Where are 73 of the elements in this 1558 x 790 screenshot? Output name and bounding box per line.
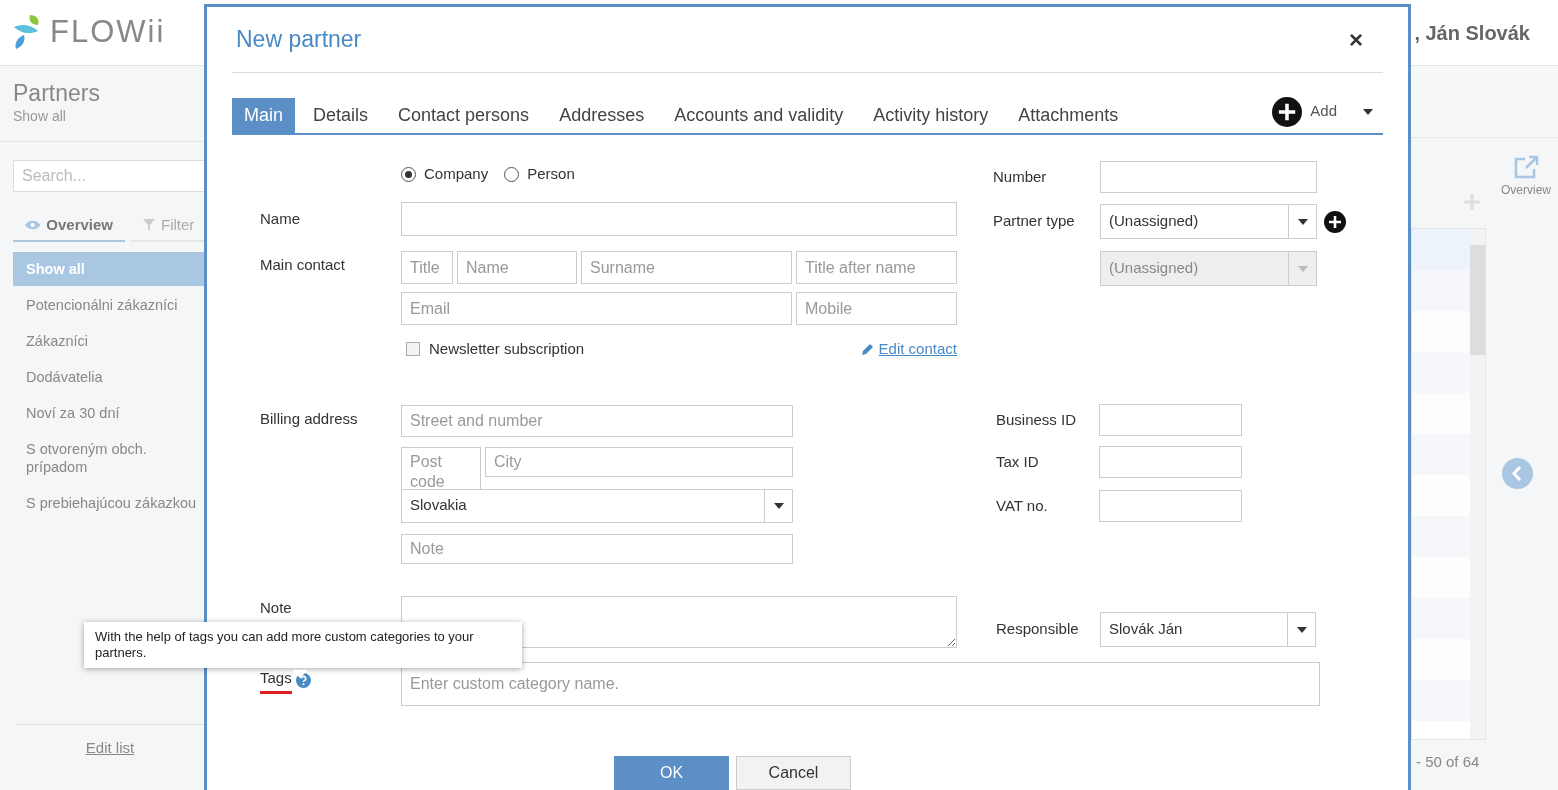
edit-contact-link[interactable]: Edit contact bbox=[878, 338, 957, 361]
tab[interactable]: Main bbox=[232, 98, 295, 133]
scrollbar[interactable] bbox=[1470, 229, 1485, 739]
input-field[interactable]: Name bbox=[457, 251, 577, 284]
field-label: Main contact bbox=[260, 255, 347, 275]
input-field[interactable] bbox=[1100, 161, 1317, 193]
input-field[interactable]: Email bbox=[401, 292, 792, 325]
sidebar-tab[interactable]: Overview bbox=[13, 210, 125, 242]
sidebar-item[interactable]: Zákazníci bbox=[13, 324, 205, 358]
field-label: Name bbox=[260, 209, 301, 229]
tab[interactable]: Activity history bbox=[861, 98, 1001, 133]
sidebar-item[interactable]: Potencionálni zákazníci bbox=[13, 288, 205, 322]
close-button[interactable]: × bbox=[1349, 21, 1383, 58]
tab[interactable]: Accounts and validity bbox=[662, 98, 856, 133]
page-subtitle: Show all bbox=[13, 107, 67, 126]
field-label: Partner type bbox=[993, 211, 1076, 232]
caret-icon bbox=[1297, 265, 1308, 272]
tooltip: With the help of tags you can add more custom categories to your partners. bbox=[84, 622, 522, 668]
dropdown[interactable]: Slovák Ján bbox=[1100, 612, 1316, 647]
tab[interactable]: Contact persons bbox=[386, 98, 542, 133]
dropdown[interactable]: Slovakia bbox=[401, 488, 793, 523]
field-label: Responsible bbox=[995, 619, 1080, 640]
field-label: VAT no. bbox=[995, 495, 1049, 516]
pager-text: - 50 of 64 bbox=[1416, 752, 1480, 772]
sidebar-item[interactable]: Noví za 30 dní bbox=[13, 396, 205, 430]
input-field[interactable] bbox=[1099, 404, 1242, 436]
input-field[interactable] bbox=[1099, 446, 1242, 478]
external-link-icon[interactable] bbox=[1513, 155, 1539, 179]
field-label: Number bbox=[993, 166, 1048, 187]
input-field[interactable]: Note bbox=[401, 533, 793, 564]
input-field[interactable]: Title bbox=[401, 251, 453, 284]
ok-button[interactable]: OK bbox=[614, 755, 729, 790]
input-field[interactable]: Enter custom category name. bbox=[401, 661, 1320, 706]
tab[interactable]: Attachments bbox=[1006, 98, 1131, 133]
field-label: Billing address bbox=[260, 408, 359, 429]
eye-icon bbox=[25, 220, 41, 230]
dialog-title: New partner bbox=[235, 25, 362, 55]
dropdown[interactable]: (Unassigned) bbox=[1100, 204, 1317, 239]
overview-label[interactable]: Overview bbox=[1501, 181, 1551, 199]
field-label: Note bbox=[260, 598, 292, 616]
input-field[interactable]: Mobile bbox=[796, 292, 957, 325]
input-field[interactable] bbox=[401, 202, 957, 236]
filter-icon bbox=[143, 219, 155, 231]
edit-list-link[interactable]: Edit list bbox=[85, 737, 135, 760]
checkbox-label[interactable]: Newsletter subscription bbox=[429, 338, 585, 361]
sidebar-item[interactable]: Dodávatelia bbox=[13, 360, 205, 394]
input-field[interactable] bbox=[1099, 490, 1242, 522]
input-field[interactable]: Street and number bbox=[401, 404, 793, 437]
chevron-left-icon[interactable] bbox=[1502, 458, 1533, 489]
plus-icon[interactable] bbox=[1272, 96, 1303, 127]
pencil-icon bbox=[860, 342, 874, 356]
input-field[interactable]: Title after name bbox=[796, 251, 957, 284]
checkbox[interactable] bbox=[406, 342, 420, 357]
caret-icon[interactable] bbox=[1363, 108, 1373, 115]
tab[interactable]: Details bbox=[301, 98, 381, 133]
radio-label[interactable]: Person bbox=[527, 162, 575, 186]
add-label[interactable]: Add bbox=[1310, 100, 1337, 123]
caret-icon bbox=[1297, 218, 1308, 225]
caret-icon bbox=[773, 502, 784, 509]
field-label: Tax ID bbox=[995, 451, 1040, 472]
input-field[interactable]: City bbox=[485, 446, 793, 477]
sidebar-item[interactable]: S prebiehajúcou zákazkou bbox=[13, 486, 205, 520]
user-name: , Ján Slovák bbox=[1414, 20, 1530, 46]
page-title: Partners bbox=[13, 80, 101, 106]
sidebar-item[interactable]: S otvoreným obch. prípadom bbox=[13, 432, 205, 484]
logo-text: FLOWii bbox=[50, 13, 166, 52]
radio-label[interactable]: Company bbox=[424, 162, 489, 186]
cancel-button[interactable]: Cancel bbox=[736, 755, 851, 790]
input-field[interactable]: Surname bbox=[581, 251, 792, 284]
plus-icon[interactable] bbox=[1324, 210, 1346, 233]
field-label: Business ID bbox=[995, 409, 1078, 430]
tab[interactable]: Addresses bbox=[547, 98, 657, 133]
caret-icon bbox=[1296, 626, 1307, 633]
